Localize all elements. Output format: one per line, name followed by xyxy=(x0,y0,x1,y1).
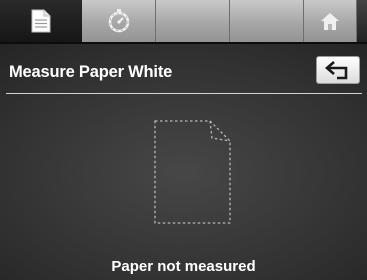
document-icon xyxy=(31,9,51,33)
tab-timer[interactable] xyxy=(82,0,156,42)
back-arrow-icon xyxy=(325,61,348,80)
tab-3[interactable] xyxy=(156,0,230,42)
page-header: Measure Paper White xyxy=(0,44,367,94)
tab-bar-edge xyxy=(357,0,367,42)
tab-4[interactable] xyxy=(230,0,304,42)
printer-screen: Measure Paper White Paper not measured xyxy=(0,0,367,280)
tab-document[interactable] xyxy=(0,0,82,42)
tab-bar xyxy=(0,0,367,43)
paper-outline-icon xyxy=(154,120,231,224)
timer-icon xyxy=(108,9,129,33)
page-title: Measure Paper White xyxy=(9,63,173,81)
title-divider xyxy=(6,93,362,94)
home-icon xyxy=(321,13,339,30)
tab-home[interactable] xyxy=(304,0,357,42)
status-message: Paper not measured xyxy=(111,258,256,275)
back-button[interactable] xyxy=(316,56,360,84)
